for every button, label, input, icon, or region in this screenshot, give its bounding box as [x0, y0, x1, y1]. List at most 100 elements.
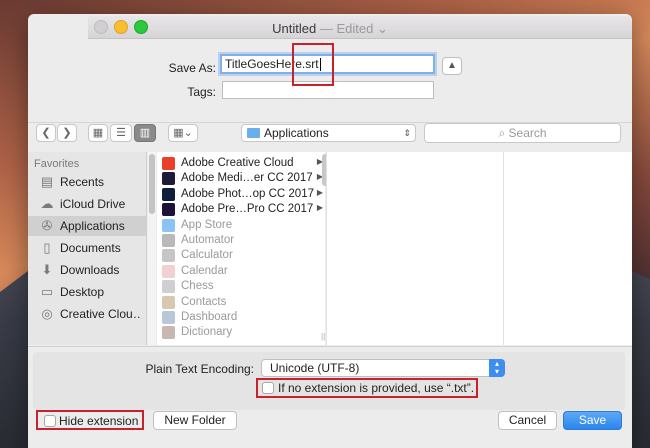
file-name: Adobe Medi…er CC 2017 [181, 172, 313, 185]
new-folder-button[interactable]: New Folder [153, 411, 237, 430]
file-list-item[interactable]: Adobe Pre…Pro CC 2017 ▶ [157, 202, 325, 217]
creative-cloud-icon: ◎ [41, 306, 53, 321]
app-icon [162, 264, 175, 278]
sidebar-scroll-thumb[interactable] [149, 154, 155, 214]
sidebar: Favorites ▤ Recents ☁ iCloud Drive ✇ App… [28, 152, 147, 345]
file-list-item[interactable]: Adobe Medi…er CC 2017 ▶ [157, 171, 325, 186]
downloads-icon: ⬇ [41, 262, 53, 277]
hide-extension-checkbox[interactable] [44, 415, 56, 427]
app-icon [162, 280, 175, 294]
location-label: Applications [264, 126, 329, 140]
save-as-label: Save As: [168, 61, 216, 75]
app-icon [162, 172, 175, 186]
save-button[interactable]: Save [563, 411, 622, 430]
list-icon: ☰ [116, 127, 126, 139]
file-column: Adobe Creative Cloud ▶ Adobe Medi…er CC 20… [157, 152, 325, 345]
title-bar[interactable]: Untitled — Edited ⌄ [88, 16, 632, 39]
file-name: Calculator [181, 249, 233, 262]
sidebar-item-recents[interactable]: ▤ Recents [28, 172, 146, 192]
sidebar-item-desktop[interactable]: ▭ Desktop [28, 282, 146, 302]
window-title: Untitled — Edited ⌄ [272, 21, 388, 36]
sidebar-item-label: Creative Clou… [60, 307, 142, 321]
disclosure-arrow-icon: ▶ [316, 203, 323, 213]
desktop-icon: ▭ [40, 284, 54, 299]
file-list-item[interactable]: Automator [157, 233, 325, 248]
chevron-up-icon: ▲ [447, 60, 457, 71]
sidebar-item-label: Downloads [60, 263, 120, 277]
txt-extension-label: If no extension is provided, use “.txt”. [278, 381, 475, 395]
encoding-label: Plain Text Encoding: [145, 362, 254, 376]
icon-view-button[interactable]: ▦ [88, 124, 108, 142]
app-icon [162, 249, 175, 263]
folder-icon [247, 128, 260, 138]
file-list-item[interactable]: Calendar [157, 264, 325, 279]
file-name: Adobe Creative Cloud [181, 157, 294, 169]
file-list-item[interactable]: Calculator [157, 248, 325, 263]
sidebar-item-documents[interactable]: ▯ Documents [28, 238, 146, 258]
file-list-item[interactable]: Dashboard [157, 310, 325, 325]
file-name: Calendar [181, 264, 228, 277]
save-as-input[interactable]: TitleGoesHere.srt [220, 54, 435, 74]
tags-label: Tags: [187, 85, 216, 99]
app-icon [162, 311, 175, 324]
minimize-window-button[interactable] [114, 20, 128, 34]
sidebar-item-downloads[interactable]: ⬇ Downloads [28, 260, 146, 280]
sidebar-item-creative-cloud[interactable]: ◎ Creative Clou… [28, 304, 146, 324]
app-icon [162, 295, 175, 309]
search-field[interactable]: ⌕ Search [424, 123, 621, 143]
updown-chevron-icon: ⇕ [403, 128, 411, 138]
sidebar-scrollbar[interactable] [148, 152, 156, 345]
txt-extension-checkbox[interactable] [262, 382, 274, 394]
file-name: Chess [181, 280, 214, 293]
cancel-button[interactable]: Cancel [498, 411, 557, 430]
arrange-button[interactable]: ▦⌄ [168, 124, 198, 142]
file-list-item[interactable]: App Store [157, 218, 325, 233]
sidebar-item-label: Applications [60, 219, 125, 233]
file-list-item[interactable]: Chess [157, 279, 325, 294]
encoding-select[interactable]: Unicode (UTF-8) ▴ ▾ [261, 359, 505, 377]
back-button[interactable]: ❮ [36, 124, 56, 142]
chevron-down-icon[interactable]: ⌄ [377, 21, 388, 36]
grid-icon: ▦ [92, 127, 104, 139]
file-name: Dictionary [181, 326, 233, 339]
file-name: Adobe Phot…op CC 2017 [181, 187, 314, 200]
close-window-button[interactable] [94, 20, 108, 34]
list-view-button[interactable]: ☰ [110, 124, 132, 142]
updown-chevron-icon: ▴ ▾ [489, 359, 505, 377]
sidebar-heading: Favorites [34, 158, 80, 170]
columns-icon: ▥ [139, 127, 151, 139]
sidebar-item-icloud-drive[interactable]: ☁ iCloud Drive [28, 194, 146, 214]
tags-input[interactable] [222, 81, 434, 99]
column-resize-handle[interactable]: || [321, 332, 325, 341]
arrange-icon: ▦⌄ [173, 127, 193, 139]
file-list-item[interactable]: Adobe Phot…op CC 2017 ▶ [157, 187, 325, 202]
app-icon [162, 203, 175, 217]
file-name: App Store [181, 218, 233, 231]
column-view-button[interactable]: ▥ [134, 124, 156, 142]
expand-dialog-button[interactable]: ▲ [442, 57, 462, 75]
applications-icon: ✇ [41, 218, 53, 233]
zoom-window-button[interactable] [134, 20, 148, 34]
save-dialog: Untitled — Edited ⌄ Save As: TitleGoesHe… [28, 14, 632, 448]
sidebar-item-label: Recents [60, 175, 105, 189]
file-list-item[interactable]: Contacts [157, 295, 325, 310]
location-popup[interactable]: Applications ⇕ [241, 124, 416, 142]
file-name: Automator [181, 234, 235, 246]
search-placeholder: Search [508, 126, 547, 140]
documents-icon: ▯ [43, 240, 51, 255]
app-icon [162, 187, 175, 201]
sidebar-item-label: Desktop [60, 285, 105, 299]
app-icon [162, 218, 175, 232]
sidebar-item-label: iCloud Drive [60, 197, 126, 211]
forward-button[interactable]: ❯ [57, 124, 77, 142]
clock-icon: ▤ [40, 174, 54, 189]
sidebar-item-label: Documents [60, 241, 121, 255]
hide-extension-label: Hide extension [59, 414, 139, 428]
search-icon: ⌕ [498, 126, 506, 140]
app-icon [162, 234, 175, 247]
sidebar-item-applications[interactable]: ✇ Applications [28, 216, 146, 236]
file-list-item[interactable]: Adobe Creative Cloud ▶ [157, 156, 325, 171]
preview-column [503, 152, 632, 345]
file-list-item[interactable]: Dictionary [157, 325, 325, 340]
file-name: Adobe Pre…Pro CC 2017 [181, 203, 314, 216]
